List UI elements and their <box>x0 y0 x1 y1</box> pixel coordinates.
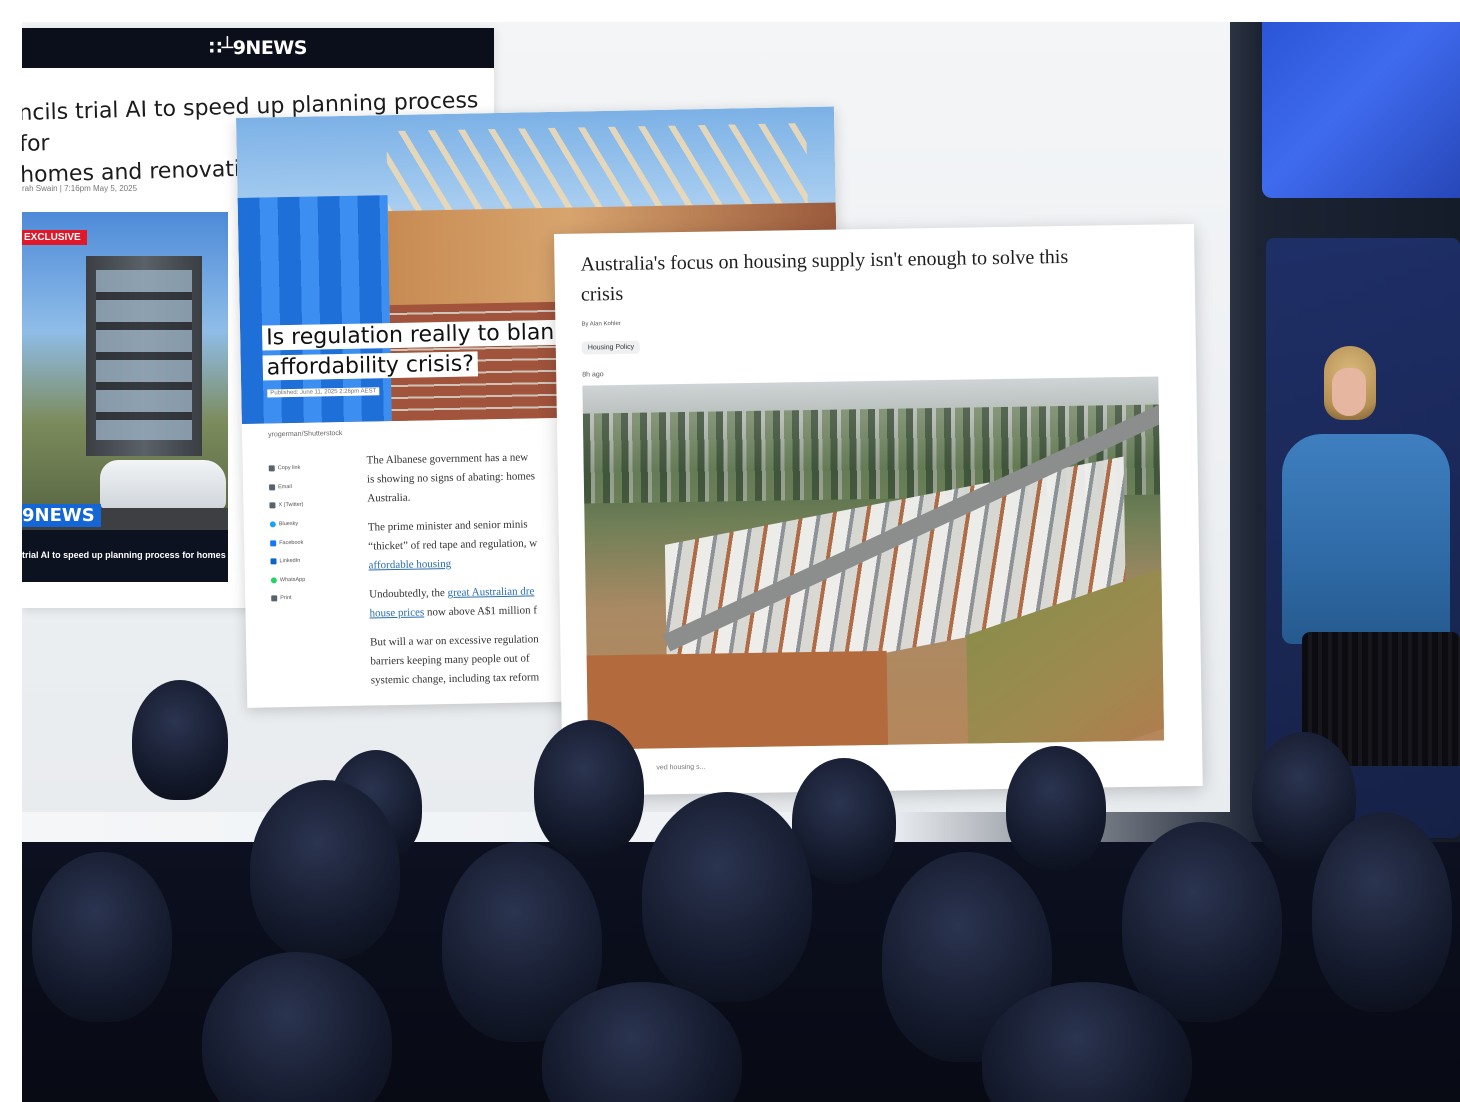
share-links-list: Copy link Email X (Twitter) Bluesky Face… <box>268 458 332 608</box>
link-icon <box>268 465 275 472</box>
news9-logo: ∷┴9NEWS <box>209 37 307 59</box>
share-facebook[interactable]: Facebook <box>270 533 330 553</box>
white-car <box>100 460 226 510</box>
news9-byline: rah Swain | 7:16pm May 5, 2025 <box>22 184 138 193</box>
housing-headline: Australia's focus on housing supply isn'… <box>580 240 1161 309</box>
regulation-headline-line: Is regulation really to blan <box>261 319 559 351</box>
audience-head <box>642 792 812 1002</box>
audience-head <box>1122 822 1282 1022</box>
audience-head <box>1312 812 1452 1012</box>
regulation-headline-line: affordability crisis? <box>262 351 479 381</box>
audience-head <box>132 680 228 800</box>
bluesky-icon <box>269 521 276 528</box>
linkedin-icon <box>270 558 277 565</box>
share-label: Facebook <box>279 539 304 546</box>
share-label: X (Twitter) <box>278 502 304 509</box>
regulation-headline: Is regulation really to blan affordabili… <box>261 318 563 384</box>
print-icon <box>271 595 278 602</box>
audience-head <box>32 852 172 1022</box>
apartment-building <box>86 256 202 456</box>
share-whatsapp[interactable]: WhatsApp <box>270 570 331 590</box>
article-paragraph: The prime minister and senior minis “thi… <box>368 515 569 576</box>
audience-silhouettes <box>22 662 1460 1102</box>
share-label: WhatsApp <box>279 576 306 584</box>
facebook-icon <box>270 539 277 547</box>
article-paragraph: Undoubtedly, the great Australian dre ho… <box>369 582 570 624</box>
housing-policy-tag[interactable]: Housing Policy <box>581 340 641 355</box>
news9-header-bar: ∷┴9NEWS <box>22 28 494 68</box>
news9-watermark-badge: 9NEWS <box>22 504 101 527</box>
exclusive-badge: EXCLUSIVE <box>22 230 87 245</box>
audience-head <box>534 720 644 858</box>
share-print[interactable]: Print <box>271 588 331 608</box>
share-x[interactable]: X (Twitter) <box>269 495 329 515</box>
presenter-face <box>1332 368 1366 416</box>
housing-byline: By Alan Kohler <box>581 320 621 328</box>
share-label: Copy link <box>277 465 301 472</box>
body-line: now above A$1 million f <box>424 604 538 619</box>
share-label: Email <box>278 483 292 491</box>
regulation-photo-credit: yrogerman/Shutterstock <box>268 430 343 439</box>
audience-head <box>250 780 400 960</box>
affordable-housing-link[interactable]: affordable housing <box>369 558 452 572</box>
share-email[interactable]: Email <box>269 477 329 497</box>
body-line: The Albanese government has a new <box>366 451 529 467</box>
body-line: The prime minister and senior minis <box>367 518 528 534</box>
share-bluesky[interactable]: Bluesky <box>269 514 330 534</box>
news9-apartment-photo <box>22 212 228 552</box>
housing-timestamp: 8h ago <box>582 371 604 379</box>
presenter-denim-shirt <box>1282 434 1450 644</box>
great-australian-dream-link[interactable]: great Australian dre <box>447 585 534 599</box>
share-label: Print <box>280 595 292 602</box>
x-icon <box>269 502 276 509</box>
whatsapp-icon <box>270 577 277 584</box>
share-linkedin[interactable]: LinkedIn <box>270 551 330 571</box>
article-paragraph: The Albanese government has a new is sho… <box>366 448 567 509</box>
share-copy-link[interactable]: Copy link <box>268 458 329 478</box>
roof-trusses <box>386 123 808 216</box>
blue-side-screen <box>1262 22 1460 198</box>
body-line: is showing no signs of abating: homes <box>366 470 536 486</box>
share-label: LinkedIn <box>279 558 301 565</box>
share-label: Bluesky <box>278 520 299 528</box>
news9-ticker: trial AI to speed up planning process fo… <box>22 530 228 582</box>
house-prices-link[interactable]: house prices <box>369 606 424 619</box>
body-line: Australia. <box>367 491 411 505</box>
body-line: “thicket” of red tape and regulation, w <box>368 537 538 553</box>
email-icon <box>269 484 276 491</box>
body-line: Undoubtedly, the <box>369 587 448 601</box>
audience-head <box>1006 746 1106 870</box>
conference-stage-photo: ∷┴9NEWS ncils trial AI to speed up plann… <box>22 22 1460 1102</box>
body-line: But will a war on excessive regulation <box>369 633 539 649</box>
